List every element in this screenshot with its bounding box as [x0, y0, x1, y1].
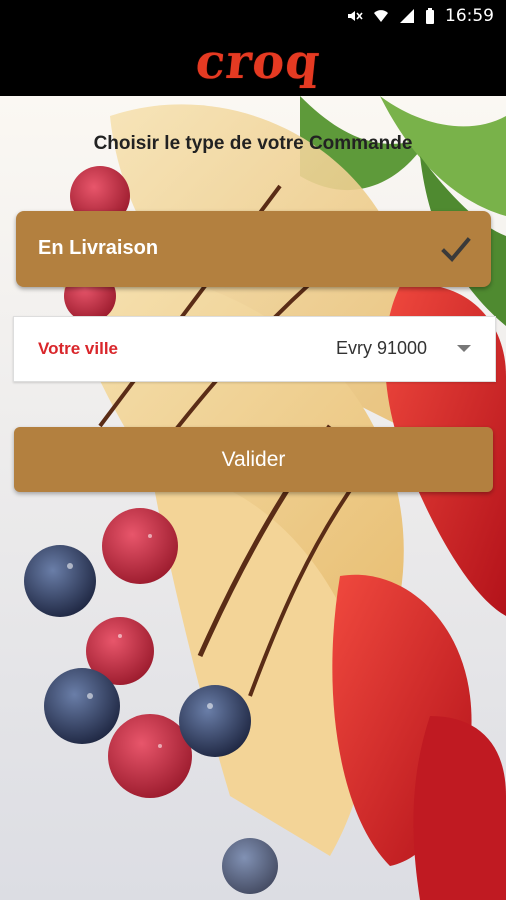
status-bar: 16:59	[0, 0, 506, 34]
signal-icon	[400, 9, 414, 23]
mute-icon	[348, 11, 363, 21]
status-time: 16:59	[445, 6, 494, 26]
page-title: Choisir le type de votre Commande	[93, 133, 413, 154]
battery-icon	[426, 8, 434, 24]
status-icons: 16:59	[347, 6, 494, 26]
app-logo: croq	[193, 34, 324, 90]
wifi-icon	[374, 10, 388, 22]
valider-button[interactable]: Valider	[14, 427, 493, 492]
city-value: Evry 91000	[335, 338, 427, 358]
dropdown-caret-icon	[457, 345, 471, 352]
order-type-label: En Livraison	[38, 237, 159, 259]
order-type-option-livraison[interactable]: En Livraison	[16, 211, 491, 287]
city-select[interactable]: Votre ville Evry 91000	[13, 316, 496, 382]
city-label: Votre ville	[38, 339, 118, 358]
app-bar: croq	[0, 34, 506, 96]
checkmark-icon	[441, 237, 471, 262]
